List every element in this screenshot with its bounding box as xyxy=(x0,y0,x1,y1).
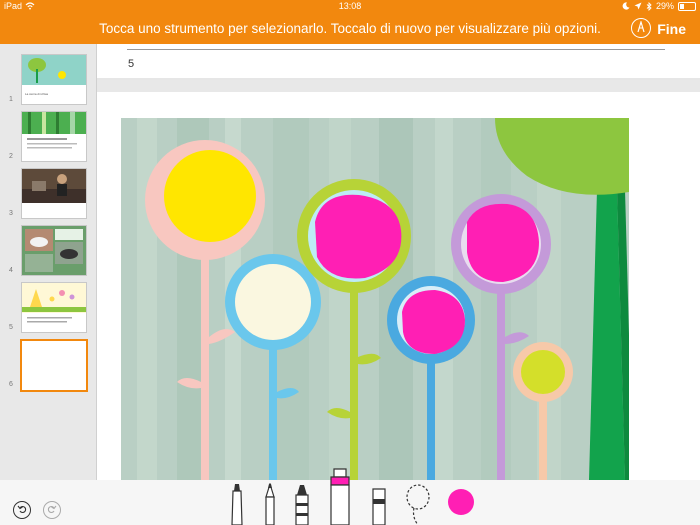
status-bar: iPad 13:08 29% xyxy=(0,0,700,13)
slide-thumbnail-2[interactable] xyxy=(21,111,87,162)
moon-icon xyxy=(622,2,630,10)
bluetooth-icon xyxy=(646,1,652,11)
battery-percent: 29% xyxy=(655,1,674,11)
notes-text: 5 xyxy=(128,58,135,70)
status-right: 29% xyxy=(622,1,696,11)
pen-circle-icon[interactable] xyxy=(631,18,651,38)
highlighter-stroke-3 xyxy=(467,203,539,282)
drawing-toolbar: Tocca uno strumento per selezionarlo. To… xyxy=(0,13,700,44)
slide-illustration xyxy=(121,118,629,480)
highlighter-stroke-1 xyxy=(315,194,402,279)
redo-button[interactable] xyxy=(43,501,61,519)
slide-number-3: 3 xyxy=(9,210,13,217)
notes-divider xyxy=(127,49,665,50)
presenter-notes[interactable]: 5 xyxy=(97,44,700,78)
slide-thumbnail-6[interactable] xyxy=(20,339,88,392)
highlighter-tool-icon[interactable] xyxy=(325,467,355,525)
slide-number-4: 4 xyxy=(9,267,13,274)
lasso-tool-icon[interactable] xyxy=(404,483,432,525)
slide-number-6: 6 xyxy=(9,381,13,388)
slide-thumbnail-3[interactable] xyxy=(21,168,87,219)
slide-thumbnail-1[interactable]: La storia di ichlas xyxy=(21,54,87,105)
slide-number-5: 5 xyxy=(9,324,13,331)
redo-icon xyxy=(47,505,57,514)
slide-number-2: 2 xyxy=(9,153,13,160)
highlighter-stroke-2 xyxy=(402,290,465,354)
slide-navigator[interactable]: La storia di ichlas 1 2 3 4 5 6 xyxy=(0,44,97,480)
color-picker-button[interactable] xyxy=(448,489,474,515)
undo-button[interactable] xyxy=(13,501,31,519)
slide-number-1: 1 xyxy=(9,96,13,103)
eraser-tool-icon[interactable] xyxy=(369,485,389,525)
undo-icon xyxy=(17,505,27,514)
crayon-tool-icon[interactable] xyxy=(292,483,312,525)
drawing-tools-bar xyxy=(0,468,700,525)
slide-thumbnail-5[interactable] xyxy=(21,282,87,333)
pencil-tool-icon[interactable] xyxy=(261,483,279,525)
done-button[interactable]: Fine xyxy=(657,21,686,37)
current-slide[interactable] xyxy=(97,92,700,480)
location-icon xyxy=(634,2,642,10)
slide-thumbnail-4[interactable] xyxy=(21,225,87,276)
clock: 13:08 xyxy=(338,1,362,11)
slide-1-title: La storia di ichlas xyxy=(25,92,49,96)
battery-icon xyxy=(678,1,696,11)
slide-canvas-area xyxy=(97,80,700,480)
instruction-message: Tocca uno strumento per selezionarlo. To… xyxy=(99,21,601,36)
marker-tool-icon[interactable] xyxy=(228,483,246,525)
